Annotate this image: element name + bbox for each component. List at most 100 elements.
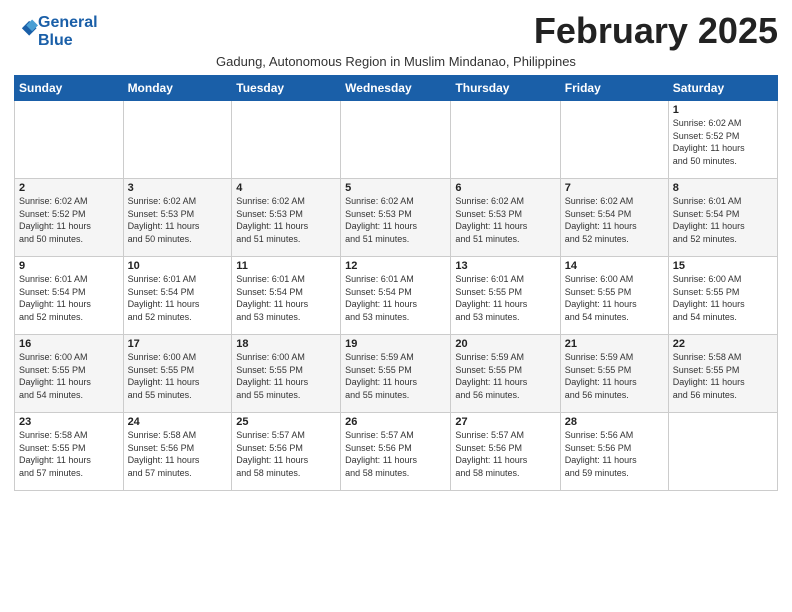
day-number: 12 [345,260,446,272]
calendar-cell: 25Sunrise: 5:57 AM Sunset: 5:56 PM Dayli… [232,413,341,491]
calendar-cell: 19Sunrise: 5:59 AM Sunset: 5:55 PM Dayli… [341,335,451,413]
calendar-cell: 6Sunrise: 6:02 AM Sunset: 5:53 PM Daylig… [451,179,560,257]
calendar-cell [123,101,232,179]
day-info: Sunrise: 6:02 AM Sunset: 5:53 PM Dayligh… [345,195,446,245]
day-number: 21 [565,338,664,350]
col-header-tuesday: Tuesday [232,76,341,101]
calendar-cell: 3Sunrise: 6:02 AM Sunset: 5:53 PM Daylig… [123,179,232,257]
day-info: Sunrise: 5:58 AM Sunset: 5:55 PM Dayligh… [673,351,773,401]
day-number: 17 [128,338,228,350]
day-info: Sunrise: 6:00 AM Sunset: 5:55 PM Dayligh… [565,273,664,323]
col-header-wednesday: Wednesday [341,76,451,101]
calendar-cell: 9Sunrise: 6:01 AM Sunset: 5:54 PM Daylig… [15,257,124,335]
day-info: Sunrise: 5:57 AM Sunset: 5:56 PM Dayligh… [345,429,446,479]
col-header-friday: Friday [560,76,668,101]
page: General Blue February 2025 Gadung, Auton… [0,0,792,499]
day-info: Sunrise: 5:57 AM Sunset: 5:56 PM Dayligh… [236,429,336,479]
calendar-cell: 4Sunrise: 6:02 AM Sunset: 5:53 PM Daylig… [232,179,341,257]
col-header-thursday: Thursday [451,76,560,101]
day-info: Sunrise: 6:02 AM Sunset: 5:52 PM Dayligh… [19,195,119,245]
calendar-table: SundayMondayTuesdayWednesdayThursdayFrid… [14,75,778,491]
day-number: 22 [673,338,773,350]
logo-icon [16,18,38,40]
calendar-week-3: 9Sunrise: 6:01 AM Sunset: 5:54 PM Daylig… [15,257,778,335]
calendar-cell: 17Sunrise: 6:00 AM Sunset: 5:55 PM Dayli… [123,335,232,413]
day-info: Sunrise: 6:02 AM Sunset: 5:54 PM Dayligh… [565,195,664,245]
calendar-cell: 11Sunrise: 6:01 AM Sunset: 5:54 PM Dayli… [232,257,341,335]
day-number: 13 [455,260,555,272]
calendar-cell: 24Sunrise: 5:58 AM Sunset: 5:56 PM Dayli… [123,413,232,491]
day-info: Sunrise: 6:01 AM Sunset: 5:54 PM Dayligh… [128,273,228,323]
day-info: Sunrise: 5:59 AM Sunset: 5:55 PM Dayligh… [455,351,555,401]
day-number: 23 [19,416,119,428]
subtitle: Gadung, Autonomous Region in Muslim Mind… [14,54,778,69]
logo-line2: Blue [38,32,98,50]
header: General Blue February 2025 [14,10,778,52]
calendar-header-row: SundayMondayTuesdayWednesdayThursdayFrid… [15,76,778,101]
day-number: 3 [128,182,228,194]
day-number: 7 [565,182,664,194]
day-number: 14 [565,260,664,272]
calendar-cell: 21Sunrise: 5:59 AM Sunset: 5:55 PM Dayli… [560,335,668,413]
day-info: Sunrise: 6:00 AM Sunset: 5:55 PM Dayligh… [236,351,336,401]
month-title: February 2025 [534,10,778,52]
day-number: 24 [128,416,228,428]
day-number: 18 [236,338,336,350]
calendar-cell: 22Sunrise: 5:58 AM Sunset: 5:55 PM Dayli… [668,335,777,413]
calendar-cell: 16Sunrise: 6:00 AM Sunset: 5:55 PM Dayli… [15,335,124,413]
day-number: 20 [455,338,555,350]
calendar-cell: 8Sunrise: 6:01 AM Sunset: 5:54 PM Daylig… [668,179,777,257]
day-number: 6 [455,182,555,194]
calendar-week-2: 2Sunrise: 6:02 AM Sunset: 5:52 PM Daylig… [15,179,778,257]
day-number: 4 [236,182,336,194]
day-number: 25 [236,416,336,428]
calendar-cell [451,101,560,179]
day-number: 9 [19,260,119,272]
calendar-week-1: 1Sunrise: 6:02 AM Sunset: 5:52 PM Daylig… [15,101,778,179]
calendar-cell [232,101,341,179]
day-number: 26 [345,416,446,428]
day-number: 10 [128,260,228,272]
calendar-cell: 23Sunrise: 5:58 AM Sunset: 5:55 PM Dayli… [15,413,124,491]
day-number: 27 [455,416,555,428]
calendar-cell [15,101,124,179]
day-info: Sunrise: 6:02 AM Sunset: 5:53 PM Dayligh… [128,195,228,245]
calendar-cell: 2Sunrise: 6:02 AM Sunset: 5:52 PM Daylig… [15,179,124,257]
day-info: Sunrise: 6:01 AM Sunset: 5:54 PM Dayligh… [673,195,773,245]
day-number: 11 [236,260,336,272]
calendar-week-5: 23Sunrise: 5:58 AM Sunset: 5:55 PM Dayli… [15,413,778,491]
calendar-cell: 10Sunrise: 6:01 AM Sunset: 5:54 PM Dayli… [123,257,232,335]
col-header-saturday: Saturday [668,76,777,101]
day-number: 28 [565,416,664,428]
calendar-cell: 1Sunrise: 6:02 AM Sunset: 5:52 PM Daylig… [668,101,777,179]
day-info: Sunrise: 6:01 AM Sunset: 5:54 PM Dayligh… [19,273,119,323]
day-info: Sunrise: 5:59 AM Sunset: 5:55 PM Dayligh… [345,351,446,401]
calendar-cell [341,101,451,179]
calendar-cell: 27Sunrise: 5:57 AM Sunset: 5:56 PM Dayli… [451,413,560,491]
day-number: 5 [345,182,446,194]
calendar-cell: 28Sunrise: 5:56 AM Sunset: 5:56 PM Dayli… [560,413,668,491]
calendar-cell: 7Sunrise: 6:02 AM Sunset: 5:54 PM Daylig… [560,179,668,257]
calendar-week-4: 16Sunrise: 6:00 AM Sunset: 5:55 PM Dayli… [15,335,778,413]
day-info: Sunrise: 6:02 AM Sunset: 5:53 PM Dayligh… [236,195,336,245]
calendar-cell: 12Sunrise: 6:01 AM Sunset: 5:54 PM Dayli… [341,257,451,335]
day-info: Sunrise: 6:01 AM Sunset: 5:54 PM Dayligh… [345,273,446,323]
calendar-cell: 5Sunrise: 6:02 AM Sunset: 5:53 PM Daylig… [341,179,451,257]
calendar-cell: 14Sunrise: 6:00 AM Sunset: 5:55 PM Dayli… [560,257,668,335]
calendar-cell [560,101,668,179]
day-info: Sunrise: 5:59 AM Sunset: 5:55 PM Dayligh… [565,351,664,401]
logo-line1: General [38,14,98,32]
calendar-cell: 26Sunrise: 5:57 AM Sunset: 5:56 PM Dayli… [341,413,451,491]
day-number: 8 [673,182,773,194]
day-info: Sunrise: 5:57 AM Sunset: 5:56 PM Dayligh… [455,429,555,479]
logo: General Blue [14,14,98,49]
day-info: Sunrise: 6:00 AM Sunset: 5:55 PM Dayligh… [19,351,119,401]
col-header-sunday: Sunday [15,76,124,101]
day-info: Sunrise: 5:56 AM Sunset: 5:56 PM Dayligh… [565,429,664,479]
day-number: 16 [19,338,119,350]
calendar-cell: 13Sunrise: 6:01 AM Sunset: 5:55 PM Dayli… [451,257,560,335]
col-header-monday: Monday [123,76,232,101]
calendar-cell: 18Sunrise: 6:00 AM Sunset: 5:55 PM Dayli… [232,335,341,413]
day-info: Sunrise: 6:01 AM Sunset: 5:54 PM Dayligh… [236,273,336,323]
day-number: 19 [345,338,446,350]
